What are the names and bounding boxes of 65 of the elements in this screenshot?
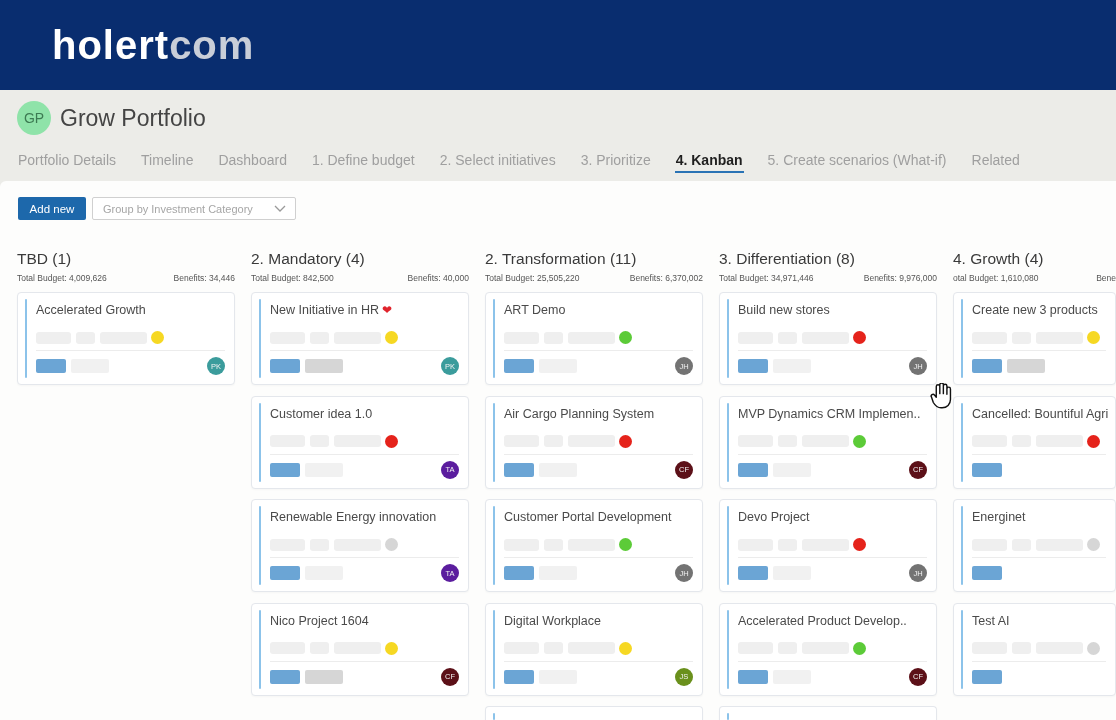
card-title: Accelerated Product Develop..	[738, 612, 907, 629]
card-title: Cancelled: Bountiful Agri	[972, 405, 1109, 422]
portfolio-avatar: GP	[17, 101, 51, 135]
tab[interactable]: 4. Kanban	[674, 151, 744, 173]
column-title: 2. Mandatory (4)	[251, 250, 365, 267]
card-title: Devo Project	[738, 509, 810, 525]
initiative-card[interactable]: Cancelled: Bountiful Agri	[953, 395, 1116, 489]
accent-stripe	[493, 713, 495, 720]
skeleton-tag	[972, 669, 1002, 684]
skeleton-tag	[738, 566, 768, 580]
skeleton-tag	[972, 462, 1002, 477]
chevron-down-icon	[274, 205, 286, 212]
column-title: 3. Differentiation (8)	[719, 250, 855, 267]
initiative-card[interactable]: Energinet	[953, 499, 1116, 592]
skeleton-tag	[270, 359, 300, 373]
card-title: Nico Project 1604	[270, 612, 369, 629]
skeleton-tag	[972, 566, 1002, 580]
total-budget-text: otal Budget: 1,610,080	[953, 273, 1039, 284]
benefits-text: Benefits: 9,976,000	[863, 273, 937, 284]
skeleton-tag	[738, 669, 768, 684]
card-title: Digital Workplace	[504, 612, 602, 629]
column-title: 4. Growth (4)	[953, 250, 1044, 267]
total-budget-text: Total Budget: 34,971,446	[719, 273, 814, 284]
total-budget-text: Total Budget: 842,500	[251, 273, 334, 284]
skeleton-tag	[504, 462, 534, 477]
total-budget-text: Total Budget: 25,505,220	[485, 273, 580, 284]
card-title: Test AI	[972, 612, 1010, 629]
card-title: Accelerated Growth	[36, 302, 146, 318]
card-title: ART Demo	[504, 302, 566, 318]
card-title: Renewable Energy innovation	[270, 509, 437, 525]
initiative-card[interactable]	[485, 706, 703, 720]
card-title: Create new 3 products	[972, 302, 1098, 318]
benefits-text: Benefits: 40,000	[407, 273, 469, 284]
column-title: 2. Transformation (11)	[485, 250, 637, 267]
initiative-card[interactable]: Create new 3 products	[953, 292, 1116, 385]
skeleton-tag	[738, 462, 768, 477]
hand-cursor-icon	[930, 383, 952, 409]
initiative-card[interactable]	[719, 706, 937, 720]
skeleton-tag	[36, 359, 66, 373]
skeleton-tag	[504, 566, 534, 580]
benefits-text: Benefits: 34,446	[173, 273, 235, 284]
skeleton-tag	[270, 566, 300, 580]
add-new-button[interactable]: Add new	[18, 197, 86, 220]
accent-stripe	[727, 713, 729, 720]
card-title: MVP Dynamics CRM Implemen..	[738, 405, 921, 422]
benefits-text: Bene	[1096, 273, 1116, 284]
heart-icon: ❤	[382, 303, 393, 317]
skeleton-tag	[972, 359, 1002, 373]
skeleton-tag	[738, 359, 768, 373]
logo-text: holertcom	[52, 22, 255, 68]
initiative-card[interactable]: Test AI	[953, 602, 1116, 696]
column-title: TBD (1)	[17, 250, 72, 267]
skeleton-tag	[270, 462, 300, 477]
card-title: Customer idea 1.0	[270, 405, 373, 422]
card-title: Customer Portal Development	[504, 509, 672, 525]
benefits-text: Benefits: 6,370,002	[629, 273, 703, 284]
card-title: Build new stores	[738, 302, 830, 318]
portfolio-title: Grow Portfolio	[60, 104, 206, 132]
skeleton-tag	[270, 669, 300, 684]
card-title: Air Cargo Planning System	[504, 405, 655, 422]
card-title: New Initiative in HR	[270, 302, 380, 318]
card-title: Energinet	[972, 509, 1026, 525]
skeleton-tag	[504, 669, 534, 684]
total-budget-text: Total Budget: 4,009,626	[17, 273, 107, 284]
skeleton-tag	[504, 359, 534, 373]
